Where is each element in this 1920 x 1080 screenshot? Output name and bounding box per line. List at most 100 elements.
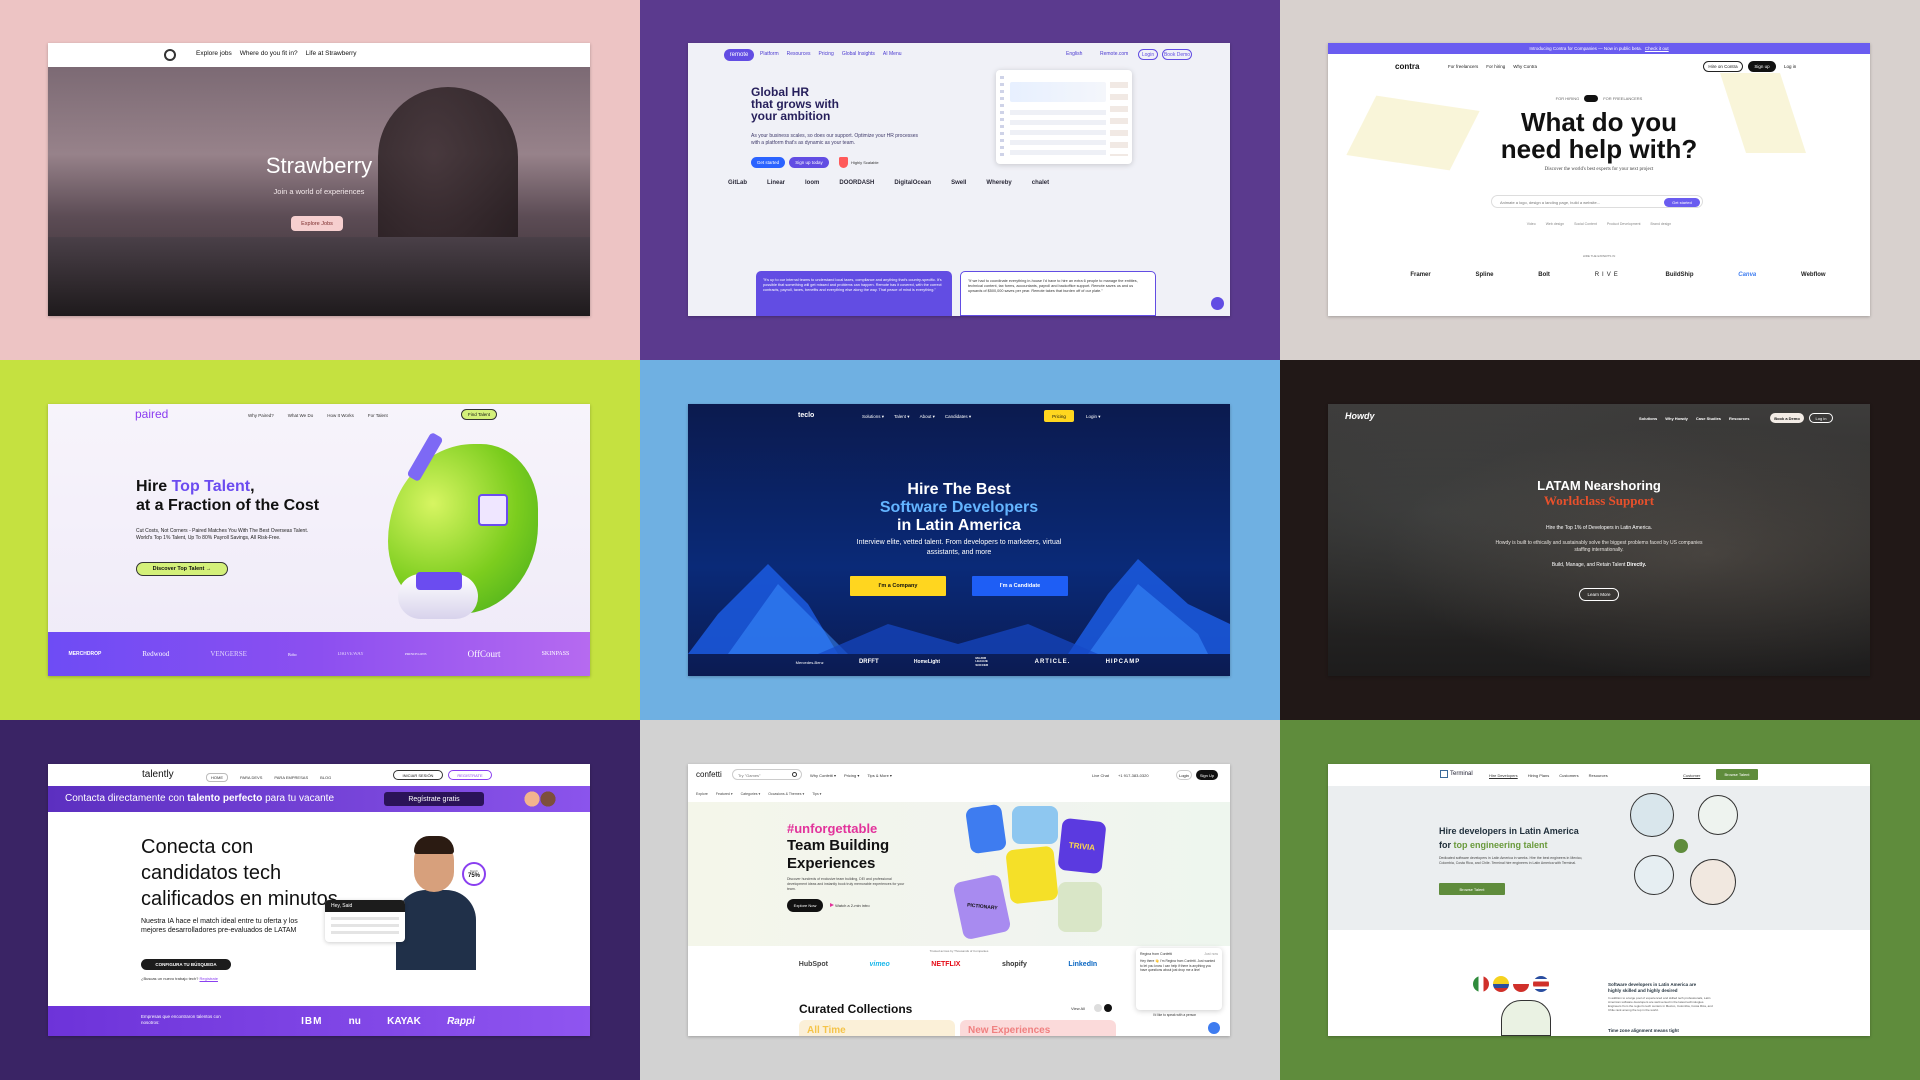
- discover-talent-button[interactable]: Discover Top Talent →: [136, 562, 228, 576]
- nav-about[interactable]: About ▾: [920, 414, 935, 420]
- strawberry-subtitle: Join a world of experiences: [273, 187, 365, 196]
- confetti-login-button[interactable]: Login: [1176, 770, 1192, 780]
- candidate-button[interactable]: I'm a Candidate: [972, 576, 1068, 596]
- book-demo-button[interactable]: Book a Demo: [1770, 413, 1804, 423]
- nav-hiring-plans[interactable]: Hiring Plans: [1528, 773, 1550, 778]
- nav-resources[interactable]: Resources: [787, 51, 811, 57]
- nav-explore-jobs[interactable]: Explore jobs: [196, 50, 232, 57]
- talently-register-button[interactable]: REGISTRATE: [448, 770, 492, 780]
- toggle-switch[interactable]: [1584, 95, 1599, 102]
- contra-signup-button[interactable]: Sign up: [1748, 61, 1776, 72]
- nav-pricing[interactable]: Pricing ▾: [844, 773, 859, 778]
- remote-demo-button[interactable]: Book Demo: [1162, 49, 1192, 60]
- nav-solutions[interactable]: Solutions ▾: [862, 414, 884, 420]
- contra-search-input[interactable]: [1500, 197, 1660, 207]
- terminal-logo[interactable]: Terminal: [1450, 771, 1473, 777]
- nav-blog[interactable]: BLOG: [320, 775, 331, 780]
- terminal-login[interactable]: Customer: [1683, 773, 1700, 778]
- nav-freelancers[interactable]: For freelancers: [1448, 64, 1478, 69]
- footer-text: Empresas que encontraron talentos con no…: [141, 1014, 221, 1025]
- pricing-button[interactable]: Pricing: [1044, 410, 1074, 422]
- live-chat-link[interactable]: Live Chat: [1092, 773, 1109, 778]
- nav-pricing[interactable]: Pricing: [819, 51, 834, 57]
- register-link[interactable]: Regístrate: [200, 976, 218, 981]
- strawberry-logo-icon[interactable]: [164, 49, 176, 61]
- talently-login-button[interactable]: INICIAR SESIÓN: [393, 770, 443, 780]
- remote-logo[interactable]: remote: [724, 49, 754, 61]
- speak-person-link[interactable]: I'd like to speak with a person: [1153, 1013, 1196, 1017]
- nav-why-paired[interactable]: Why Paired?: [248, 413, 274, 418]
- next-arrow-icon[interactable]: [1104, 1004, 1112, 1012]
- filter-explore[interactable]: Explore: [696, 792, 708, 796]
- collection-label[interactable]: New Experiences: [968, 1025, 1050, 1036]
- chip[interactable]: Web design: [1546, 222, 1564, 226]
- confetti-search-input[interactable]: [738, 771, 788, 779]
- sign-up-button[interactable]: Sign up today: [789, 157, 829, 168]
- confetti-signup-button[interactable]: Sign Up: [1196, 770, 1218, 780]
- nav-platform[interactable]: Platform: [760, 51, 779, 57]
- paired-logo[interactable]: paired: [135, 407, 168, 421]
- filter-categories[interactable]: Categories ▾: [741, 792, 761, 796]
- talently-logo[interactable]: talently: [142, 769, 174, 780]
- explore-jobs-button[interactable]: Explore Jobs: [291, 216, 343, 231]
- teclo-login[interactable]: Login ▾: [1086, 414, 1101, 420]
- filter-tips[interactable]: Tips ▾: [812, 792, 821, 796]
- chip[interactable]: Video: [1527, 222, 1536, 226]
- remote-contact[interactable]: Remote.com: [1100, 51, 1128, 57]
- nav-life-at[interactable]: Life at Strawberry: [306, 50, 357, 57]
- collection-label[interactable]: All Time: [807, 1025, 846, 1036]
- prev-arrow-icon[interactable]: [1094, 1004, 1102, 1012]
- contra-logo[interactable]: contra: [1395, 62, 1419, 71]
- learn-more-button[interactable]: Learn More: [1579, 588, 1619, 601]
- banner-link[interactable]: Check it out: [1645, 46, 1669, 51]
- contra-search-button[interactable]: Get started: [1664, 197, 1700, 207]
- filter-occasions[interactable]: Occasions & Themes ▾: [768, 792, 804, 796]
- play-icon[interactable]: [830, 903, 834, 907]
- get-started-button[interactable]: Get started: [751, 157, 785, 168]
- howdy-logo[interactable]: Howdy: [1345, 411, 1375, 421]
- confetti-logo[interactable]: confetti: [696, 770, 722, 779]
- nav-why[interactable]: Why Contra: [1513, 64, 1537, 69]
- search-icon[interactable]: [792, 772, 797, 777]
- hire-on-contra-button[interactable]: Hire on Contra: [1703, 61, 1743, 72]
- chip[interactable]: Brand design: [1651, 222, 1672, 226]
- phone-link[interactable]: +1 917-383-0320: [1118, 773, 1149, 778]
- nav-devs[interactable]: PARA DEVS: [240, 775, 262, 780]
- nav-hiring[interactable]: For hiring: [1486, 64, 1505, 69]
- nav-home[interactable]: HOME: [206, 773, 228, 782]
- nav-resources[interactable]: Resources: [1589, 773, 1608, 778]
- filter-featured[interactable]: Featured ▾: [716, 792, 733, 796]
- howdy-login-button[interactable]: Log in: [1809, 413, 1833, 423]
- browse-talent-button[interactable]: Browse Talent: [1439, 883, 1505, 895]
- nav-candidates[interactable]: Candidates ▾: [945, 414, 971, 420]
- configure-search-button[interactable]: CONFIGURA TU BÚSQUEDA: [141, 959, 231, 970]
- chat-bubble-icon[interactable]: [1211, 297, 1224, 310]
- browse-talent-nav-button[interactable]: Browse Talent: [1716, 769, 1758, 780]
- nav-resources[interactable]: Resources: [1729, 416, 1749, 421]
- chip[interactable]: Product Development: [1607, 222, 1641, 226]
- nav-insights[interactable]: Global Insights: [842, 51, 875, 57]
- nav-empresas[interactable]: PARA EMPRESAS: [274, 775, 308, 780]
- nav-tips[interactable]: Tips & More ▾: [867, 773, 892, 778]
- nav-what-we-do[interactable]: What We Do: [288, 413, 313, 418]
- nav-why-howdy[interactable]: Why Howdy: [1665, 416, 1688, 421]
- chat-launcher-icon[interactable]: [1208, 1022, 1220, 1034]
- nav-case-studies[interactable]: Case Studies: [1696, 416, 1721, 421]
- nav-hire-developers[interactable]: Hire Developers: [1489, 773, 1518, 778]
- company-button[interactable]: I'm a Company: [850, 576, 946, 596]
- chip[interactable]: Social Content: [1574, 222, 1597, 226]
- nav-talent[interactable]: Talent ▾: [894, 414, 910, 420]
- nav-solutions[interactable]: Solutions: [1639, 416, 1657, 421]
- nav-where-fit[interactable]: Where do you fit in?: [240, 50, 298, 57]
- teclo-logo[interactable]: teclo: [798, 412, 814, 419]
- contra-login-link[interactable]: Log in: [1784, 64, 1796, 69]
- nav-customers[interactable]: Customers: [1559, 773, 1578, 778]
- language-select[interactable]: English: [1066, 51, 1082, 57]
- banner-register-button[interactable]: Regístrate gratis: [384, 792, 484, 806]
- terminal-logo-icon[interactable]: [1440, 770, 1448, 778]
- explore-now-button[interactable]: Explore Now: [787, 899, 823, 912]
- remote-login-button[interactable]: Login: [1138, 49, 1158, 60]
- nav-ai-menu[interactable]: AI Menu: [883, 51, 902, 57]
- nav-why[interactable]: Why Confetti ▾: [810, 773, 836, 778]
- view-all-link[interactable]: View All: [1071, 1006, 1085, 1011]
